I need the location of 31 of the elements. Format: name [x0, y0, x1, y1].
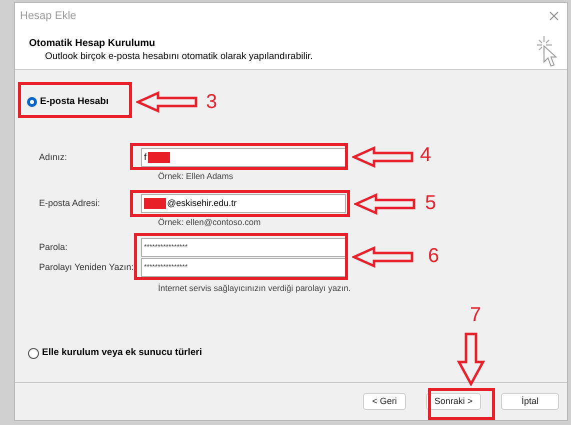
header-title: Otomatik Hesap Kurulumu: [29, 38, 156, 50]
header-subtitle: Outlook birçok e-posta hesabını otomatik olarak yapılandırabilir.: [44, 50, 313, 63]
radio-label[interactable]: E-posta Hesabı: [40, 95, 109, 110]
radio-button[interactable]: [27, 97, 37, 108]
step-number: 6: [428, 246, 440, 266]
step-number: 5: [425, 193, 436, 213]
left-arrow: [352, 146, 414, 168]
input-field[interactable]: f: [141, 148, 346, 168]
dialog-button[interactable]: İptal: [501, 393, 559, 410]
field-label: Adınız:: [38, 151, 68, 164]
step-number: 7: [470, 305, 482, 325]
close-icon[interactable]: [549, 11, 559, 21]
step-number: 3: [206, 92, 218, 112]
down-arrow: [457, 332, 485, 386]
hint-text: İnternet servis sağlayıcınızın verdiği parolayı yazın.: [158, 283, 352, 294]
left-arrow: [354, 193, 416, 215]
input-field[interactable]: @eskisehir.edu.tr: [141, 194, 346, 214]
dialog-button[interactable]: < Geri: [363, 393, 406, 410]
field-label: E-posta Adresi:: [38, 197, 102, 210]
window-title: Hesap Ekle: [20, 8, 76, 24]
step-number: 4: [420, 145, 432, 165]
highlight-box: [428, 388, 495, 420]
dialog-button[interactable]: Sonraki >: [426, 393, 481, 410]
left-arrow: [352, 246, 414, 268]
left-arrow: [136, 91, 198, 113]
hint-text: Örnek: ellen@contoso.com: [158, 217, 262, 228]
hint-text: Örnek: Ellen Adams: [158, 171, 234, 182]
field-label: Parolayı Yeniden Yazın:: [38, 261, 135, 274]
radio-button[interactable]: [28, 348, 39, 359]
field-label: Parola:: [38, 241, 69, 254]
radio-label[interactable]: Elle kurulum veya ek sunucu türleri: [42, 346, 202, 360]
